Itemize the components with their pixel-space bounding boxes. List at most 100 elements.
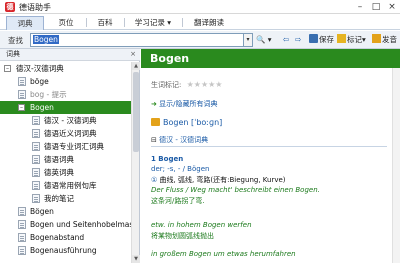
search-history-dropdown[interactable]: ▾ <box>244 33 253 47</box>
document-icon <box>32 129 40 138</box>
example-de: Der Fluss / Weg macht' beschreibt einen … <box>151 186 320 194</box>
tab-translate-read[interactable]: 翻译朗读 <box>186 16 232 30</box>
document-icon <box>18 220 26 229</box>
tree-item[interactable]: 德英词典 <box>0 166 131 179</box>
rating-stars[interactable]: ★★★★★ <box>187 80 223 89</box>
tree-item[interactable]: bog - 提示 <box>0 88 131 101</box>
tree-item[interactable]: Bögen <box>0 205 131 218</box>
tree-item[interactable]: 德语常用例句库 <box>0 179 131 192</box>
headword: Bogen <box>150 52 190 65</box>
tree-item-label: 我的笔记 <box>44 194 74 203</box>
app-logo-icon: 德 <box>5 2 15 12</box>
tree-item[interactable]: 德汉 - 汉德词典 <box>0 114 131 127</box>
close-panel-icon[interactable]: × <box>130 49 136 60</box>
tree-list: – 德汉-汉德词典 böge bog - 提示 – Bogen 德汉 - 汉德词典 德语近义词… <box>0 62 131 263</box>
tree-item-label: Bogen <box>30 103 54 112</box>
tree-scrollbar[interactable]: ▲ ▼ <box>131 62 140 263</box>
section-toggle[interactable]: ⊟ 德汉 - 汉德词典 <box>151 135 208 145</box>
collapse-icon[interactable]: – <box>18 104 25 111</box>
tree-item[interactable]: 德语专业词汇词典 <box>0 140 131 153</box>
definition-text: 曲线, 弧线, 弯路(还有:Biegung, Kurve) <box>159 176 286 184</box>
tree-item[interactable]: – Bogen <box>0 101 131 114</box>
tree-item[interactable]: Bogenausführung <box>0 244 131 257</box>
rating-row: 生词标记: ★★★★★ <box>151 80 223 90</box>
forward-button[interactable]: ⇨ <box>295 34 301 46</box>
zoom-button[interactable]: 🔍 ▾ <box>256 34 272 46</box>
tab-dictionary[interactable]: 词典 <box>6 16 44 30</box>
document-icon <box>18 233 26 242</box>
document-icon <box>32 194 40 203</box>
tree-item-label: bog - 提示 <box>30 90 67 99</box>
tree-item[interactable]: 德语词典 <box>0 153 131 166</box>
example-de: in großem Bogen um etwas herumfahren <box>151 250 296 258</box>
floppy-icon <box>309 34 318 43</box>
scroll-thumb[interactable] <box>133 72 139 152</box>
tree-item-label: Bogenausführung <box>30 246 97 255</box>
pron-ipa: [ˈboːɡn] <box>191 118 223 127</box>
tab-divider <box>86 18 87 27</box>
mark-button[interactable]: 标记▾ <box>337 34 366 46</box>
tab-divider <box>124 18 125 27</box>
example-zh: 这条河/路拐了弯. <box>151 197 205 205</box>
tree-item-label: Bogen und Seitenhobelmas <box>30 220 131 229</box>
tree-item-label: 德汉 - 汉德词典 <box>44 116 97 125</box>
collapse-icon[interactable]: – <box>4 65 11 72</box>
definition: ① 曲线, 弧线, 弯路(还有:Biegung, Kurve) <box>151 175 286 185</box>
section-divider <box>151 146 387 147</box>
mark-label: 标记 <box>347 35 362 44</box>
arrow-right-icon: ➜ <box>151 100 160 108</box>
show-hide-label: 显示/隐藏所有词典 <box>159 100 218 108</box>
document-icon <box>18 207 26 216</box>
speaker-icon[interactable] <box>151 118 160 126</box>
document-icon <box>18 90 26 99</box>
panel-header: 词典 × <box>0 49 140 61</box>
search-label: 查找 <box>8 36 23 45</box>
tab-encyclopedia[interactable]: 百科 <box>88 16 122 30</box>
minimize-button[interactable]: – <box>353 0 367 14</box>
tree-item-label: 德英词典 <box>44 168 74 177</box>
document-icon <box>32 181 40 190</box>
tree-item-label: 德语近义词词典 <box>44 129 97 138</box>
tree-item-label: 德汉-汉德词典 <box>16 64 64 73</box>
speaker-icon <box>372 34 381 43</box>
tab-study-records[interactable]: 学习记录 ▾ <box>126 16 180 30</box>
sense-marker: ① <box>151 176 158 184</box>
document-icon <box>32 116 40 125</box>
window-title: 德语助手 <box>19 3 51 12</box>
title-bar: 德 德语助手 – □ × <box>0 0 400 14</box>
tree-item[interactable]: Bogenabstand <box>0 231 131 244</box>
search-toolbar: 查找 Bogen ▾ 🔍 ▾ ⇦ ⇨ 保存 标记▾ 发音 <box>0 31 400 49</box>
speak-label: 发音 <box>382 35 397 44</box>
tree-item-label: Bögen <box>30 207 54 216</box>
tree-item[interactable]: Bogen und Seitenhobelmas <box>0 218 131 231</box>
collapse-icon: ⊟ <box>151 136 160 144</box>
grammar-info: der; -s, - / Bögen <box>151 165 210 173</box>
maximize-button[interactable]: □ <box>369 0 383 14</box>
search-input[interactable]: Bogen <box>30 33 244 47</box>
scroll-up-icon[interactable]: ▲ <box>132 62 140 70</box>
show-hide-link[interactable]: ➜ 显示/隐藏所有词典 <box>151 99 217 109</box>
tree-item-label: 德语专业词汇词典 <box>44 142 104 151</box>
tree-item[interactable]: 我的笔记 <box>0 192 131 205</box>
document-icon <box>32 155 40 164</box>
back-button[interactable]: ⇦ <box>283 34 289 46</box>
speak-button[interactable]: 发音 <box>372 34 397 46</box>
close-button[interactable]: × <box>385 0 399 14</box>
tree-item[interactable]: 德语近义词词典 <box>0 127 131 140</box>
save-button[interactable]: 保存 <box>309 34 334 46</box>
entry-scrollbar[interactable] <box>392 68 400 263</box>
magnifier-icon: 🔍 ▾ <box>256 35 272 44</box>
sense-number: 1 Bogen <box>151 155 184 163</box>
tree-item-label: böge <box>30 77 49 86</box>
panel-title: 词典 <box>6 50 20 58</box>
example-zh: 将某物划圆弧线抛出 <box>151 232 214 240</box>
scroll-down-icon[interactable]: ▼ <box>132 255 140 263</box>
headword-bar: Bogen <box>141 49 400 68</box>
tree-item[interactable]: böge <box>0 75 131 88</box>
dictionary-tree-panel: 词典 × – 德汉-汉德词典 böge bog - 提示 – Bogen 德汉 - 汉德词典… <box>0 49 140 263</box>
document-icon <box>18 77 26 86</box>
rating-label: 生词标记: <box>151 81 182 89</box>
tab-pages[interactable]: 页位 <box>48 16 84 30</box>
tree-item[interactable]: – 德汉-汉德词典 <box>0 62 131 75</box>
document-icon <box>32 142 40 151</box>
